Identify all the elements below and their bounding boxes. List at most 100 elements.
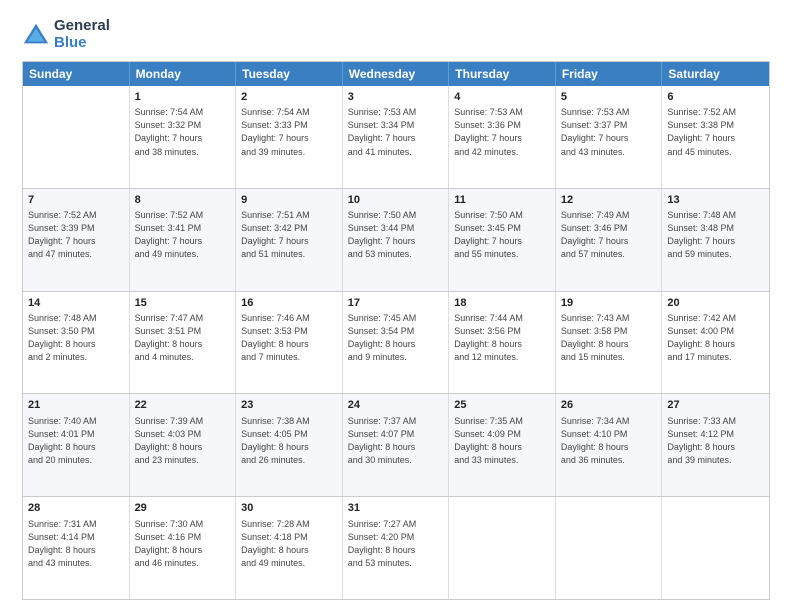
day-number: 14: [28, 296, 124, 311]
header-day-wednesday: Wednesday: [343, 62, 450, 86]
day-cell-9: 9Sunrise: 7:51 AMSunset: 3:42 PMDaylight…: [236, 189, 343, 291]
day-number: 12: [561, 193, 657, 208]
day-cell-4: 4Sunrise: 7:53 AMSunset: 3:36 PMDaylight…: [449, 86, 556, 188]
empty-cell: [556, 497, 663, 599]
day-cell-7: 7Sunrise: 7:52 AMSunset: 3:39 PMDaylight…: [23, 189, 130, 291]
cell-info: Sunrise: 7:53 AMSunset: 3:34 PMDaylight:…: [348, 106, 444, 158]
calendar-header: SundayMondayTuesdayWednesdayThursdayFrid…: [23, 62, 769, 86]
day-cell-13: 13Sunrise: 7:48 AMSunset: 3:48 PMDayligh…: [662, 189, 769, 291]
cell-info: Sunrise: 7:39 AMSunset: 4:03 PMDaylight:…: [135, 415, 231, 467]
day-cell-24: 24 Sunrise: 7:37 AMSunset: 4:07 PMDayligh…: [343, 394, 450, 496]
day-number: 5: [561, 90, 657, 105]
day-number: 4: [454, 90, 550, 105]
day-cell-31: 31 Sunrise: 7:27 AMSunset: 4:20 PMDayligh…: [343, 497, 450, 599]
day-number: 2: [241, 90, 337, 105]
day-number: 30: [241, 501, 337, 516]
day-number: 21: [28, 398, 124, 413]
day-number: 7: [28, 193, 124, 208]
calendar-row: 7Sunrise: 7:52 AMSunset: 3:39 PMDaylight…: [23, 188, 769, 291]
header-day-monday: Monday: [130, 62, 237, 86]
calendar-row: 21 Sunrise: 7:40 AMSunset: 4:01 PMDayligh…: [23, 393, 769, 496]
day-cell-10: 10Sunrise: 7:50 AMSunset: 3:44 PMDayligh…: [343, 189, 450, 291]
empty-cell: [23, 86, 130, 188]
day-number: 13: [667, 193, 764, 208]
day-number: 31: [348, 501, 444, 516]
cell-info: Sunrise: 7:31 AMSunset: 4:14 PMDaylight:…: [28, 518, 124, 570]
day-number: 10: [348, 193, 444, 208]
day-cell-25: 25Sunrise: 7:35 AMSunset: 4:09 PMDayligh…: [449, 394, 556, 496]
cell-info: Sunrise: 7:34 AMSunset: 4:10 PMDaylight:…: [561, 415, 657, 467]
cell-info: Sunrise: 7:44 AMSunset: 3:56 PMDaylight:…: [454, 312, 550, 364]
cell-info: Sunrise: 7:52 AMSunset: 3:41 PMDaylight:…: [135, 209, 231, 261]
day-number: 29: [135, 501, 231, 516]
calendar-row: 1Sunrise: 7:54 AMSunset: 3:32 PMDaylight…: [23, 86, 769, 188]
day-cell-22: 22 Sunrise: 7:39 AMSunset: 4:03 PMDayligh…: [130, 394, 237, 496]
day-cell-15: 15Sunrise: 7:47 AMSunset: 3:51 PMDayligh…: [130, 292, 237, 394]
day-number: 18: [454, 296, 550, 311]
day-number: 25: [454, 398, 550, 413]
calendar-body: 1Sunrise: 7:54 AMSunset: 3:32 PMDaylight…: [23, 86, 769, 599]
day-cell-12: 12Sunrise: 7:49 AMSunset: 3:46 PMDayligh…: [556, 189, 663, 291]
cell-info: Sunrise: 7:28 AMSunset: 4:18 PMDaylight:…: [241, 518, 337, 570]
day-number: 24: [348, 398, 444, 413]
calendar-row: 28 Sunrise: 7:31 AMSunset: 4:14 PMDayligh…: [23, 496, 769, 599]
day-number: 22: [135, 398, 231, 413]
day-cell-30: 30 Sunrise: 7:28 AMSunset: 4:18 PMDayligh…: [236, 497, 343, 599]
day-cell-29: 29 Sunrise: 7:30 AMSunset: 4:16 PMDayligh…: [130, 497, 237, 599]
day-number: 6: [667, 90, 764, 105]
day-cell-11: 11Sunrise: 7:50 AMSunset: 3:45 PMDayligh…: [449, 189, 556, 291]
cell-info: Sunrise: 7:48 AMSunset: 3:50 PMDaylight:…: [28, 312, 124, 364]
day-number: 8: [135, 193, 231, 208]
cell-info: Sunrise: 7:52 AMSunset: 3:38 PMDaylight:…: [667, 106, 764, 158]
cell-info: Sunrise: 7:43 AMSunset: 3:58 PMDaylight:…: [561, 312, 657, 364]
day-number: 19: [561, 296, 657, 311]
day-cell-26: 26 Sunrise: 7:34 AMSunset: 4:10 PMDayligh…: [556, 394, 663, 496]
day-number: 20: [667, 296, 764, 311]
day-number: 15: [135, 296, 231, 311]
day-cell-16: 16Sunrise: 7:46 AMSunset: 3:53 PMDayligh…: [236, 292, 343, 394]
logo: General Blue: [22, 18, 110, 51]
cell-info: Sunrise: 7:30 AMSunset: 4:16 PMDaylight:…: [135, 518, 231, 570]
logo-icon: [22, 21, 50, 49]
day-number: 23: [241, 398, 337, 413]
day-number: 26: [561, 398, 657, 413]
cell-info: Sunrise: 7:54 AMSunset: 3:33 PMDaylight:…: [241, 106, 337, 158]
header-day-thursday: Thursday: [449, 62, 556, 86]
day-number: 3: [348, 90, 444, 105]
day-cell-20: 20Sunrise: 7:42 AMSunset: 4:00 PMDayligh…: [662, 292, 769, 394]
cell-info: Sunrise: 7:37 AMSunset: 4:07 PMDaylight:…: [348, 415, 444, 467]
calendar: SundayMondayTuesdayWednesdayThursdayFrid…: [22, 61, 770, 600]
cell-info: Sunrise: 7:47 AMSunset: 3:51 PMDaylight:…: [135, 312, 231, 364]
day-cell-17: 17Sunrise: 7:45 AMSunset: 3:54 PMDayligh…: [343, 292, 450, 394]
day-cell-3: 3Sunrise: 7:53 AMSunset: 3:34 PMDaylight…: [343, 86, 450, 188]
cell-info: Sunrise: 7:27 AMSunset: 4:20 PMDaylight:…: [348, 518, 444, 570]
header: General Blue: [22, 18, 770, 51]
empty-cell: [449, 497, 556, 599]
day-number: 9: [241, 193, 337, 208]
cell-info: Sunrise: 7:48 AMSunset: 3:48 PMDaylight:…: [667, 209, 764, 261]
day-number: 16: [241, 296, 337, 311]
cell-info: Sunrise: 7:51 AMSunset: 3:42 PMDaylight:…: [241, 209, 337, 261]
day-number: 28: [28, 501, 124, 516]
day-number: 17: [348, 296, 444, 311]
day-number: 11: [454, 193, 550, 208]
cell-info: Sunrise: 7:46 AMSunset: 3:53 PMDaylight:…: [241, 312, 337, 364]
day-cell-2: 2Sunrise: 7:54 AMSunset: 3:33 PMDaylight…: [236, 86, 343, 188]
day-cell-23: 23 Sunrise: 7:38 AMSunset: 4:05 PMDayligh…: [236, 394, 343, 496]
header-day-saturday: Saturday: [662, 62, 769, 86]
day-cell-19: 19Sunrise: 7:43 AMSunset: 3:58 PMDayligh…: [556, 292, 663, 394]
day-cell-21: 21 Sunrise: 7:40 AMSunset: 4:01 PMDayligh…: [23, 394, 130, 496]
cell-info: Sunrise: 7:50 AMSunset: 3:45 PMDaylight:…: [454, 209, 550, 261]
cell-info: Sunrise: 7:38 AMSunset: 4:05 PMDaylight:…: [241, 415, 337, 467]
day-cell-27: 27Sunrise: 7:33 AMSunset: 4:12 PMDayligh…: [662, 394, 769, 496]
day-cell-1: 1Sunrise: 7:54 AMSunset: 3:32 PMDaylight…: [130, 86, 237, 188]
day-number: 27: [667, 398, 764, 413]
header-day-sunday: Sunday: [23, 62, 130, 86]
day-cell-14: 14Sunrise: 7:48 AMSunset: 3:50 PMDayligh…: [23, 292, 130, 394]
day-cell-6: 6Sunrise: 7:52 AMSunset: 3:38 PMDaylight…: [662, 86, 769, 188]
calendar-row: 14Sunrise: 7:48 AMSunset: 3:50 PMDayligh…: [23, 291, 769, 394]
cell-info: Sunrise: 7:40 AMSunset: 4:01 PMDaylight:…: [28, 415, 124, 467]
empty-cell: [662, 497, 769, 599]
cell-info: Sunrise: 7:53 AMSunset: 3:36 PMDaylight:…: [454, 106, 550, 158]
cell-info: Sunrise: 7:49 AMSunset: 3:46 PMDaylight:…: [561, 209, 657, 261]
